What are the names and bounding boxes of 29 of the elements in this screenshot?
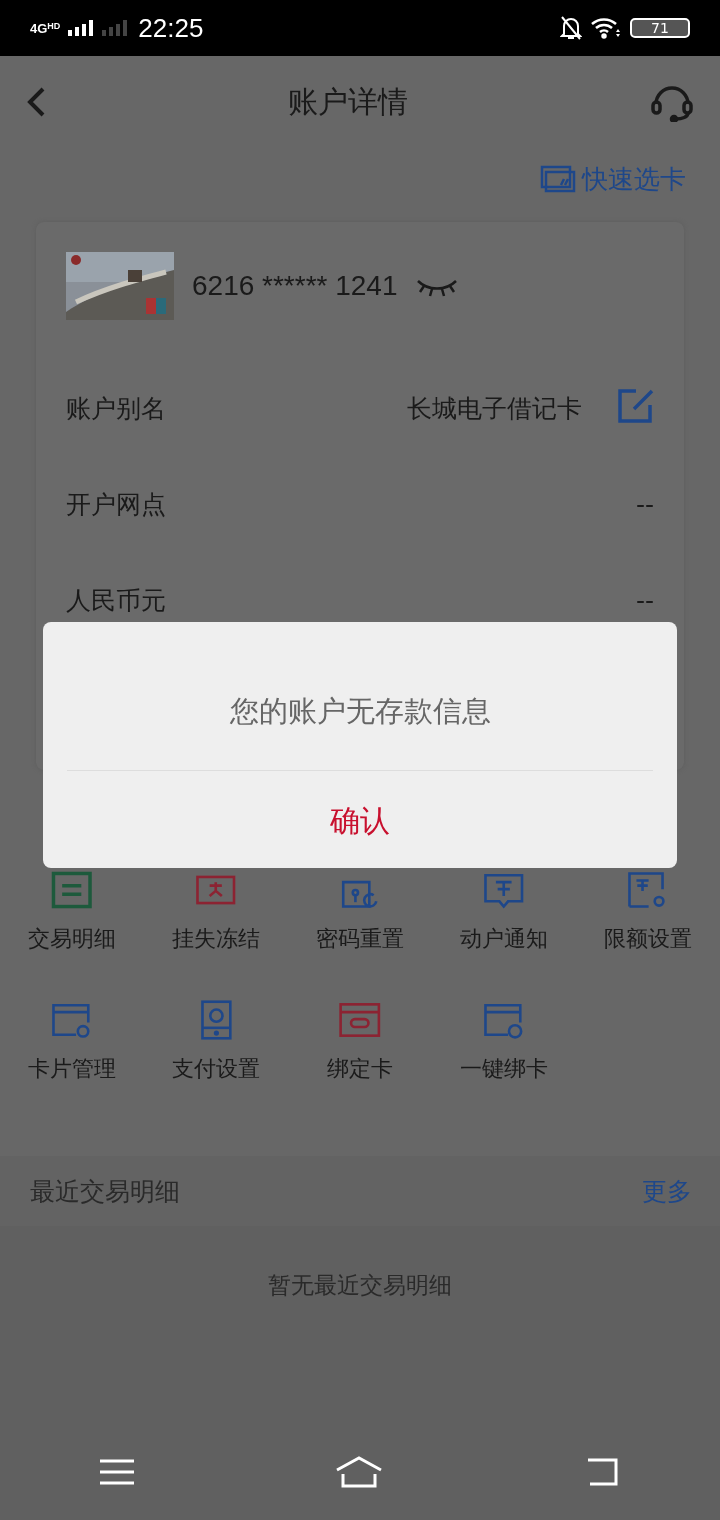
field-value: -- <box>635 585 654 615</box>
back-icon[interactable] <box>26 86 46 118</box>
page-title: 账户详情 <box>288 82 408 121</box>
battery-indicator: 71 <box>630 18 690 38</box>
service-label[interactable]: 一键绑卡 <box>460 1054 548 1085</box>
quick-select-link[interactable]: 快速选卡 <box>540 148 686 210</box>
dialog-message: 您的账户无存款信息 <box>228 693 492 730</box>
service-label[interactable]: 交易明细 <box>28 924 116 954</box>
service-label[interactable]: 密码重置 <box>316 924 404 954</box>
clock: 22:25 <box>138 12 204 44</box>
field-label: 账户别名 <box>66 392 166 425</box>
field-value: 长城电子借记卡 <box>407 392 582 425</box>
service-label[interactable]: 动户通知 <box>460 924 548 954</box>
field-label: 人民币元 <box>66 584 166 617</box>
field-value: -- <box>635 489 654 519</box>
service-label[interactable]: 支付设置 <box>172 1054 260 1085</box>
section-title: 最近交易明细 <box>30 1175 180 1208</box>
field-label: 开户网点 <box>66 488 166 521</box>
home-icon[interactable] <box>335 1456 383 1488</box>
service-label[interactable]: 挂失冻结 <box>172 924 260 954</box>
cards-icon <box>540 165 576 193</box>
service-label[interactable]: 绑定卡 <box>327 1054 393 1085</box>
wifi-icon <box>590 17 622 39</box>
confirm-button[interactable]: 确认 <box>320 797 400 846</box>
card-number: 6216 ****** 1241 <box>192 270 398 302</box>
menu-icon[interactable] <box>100 1459 135 1485</box>
service-label[interactable]: 卡片管理 <box>28 1054 116 1085</box>
service-label[interactable]: 限额设置 <box>604 924 692 954</box>
bell-off-icon <box>560 15 582 41</box>
